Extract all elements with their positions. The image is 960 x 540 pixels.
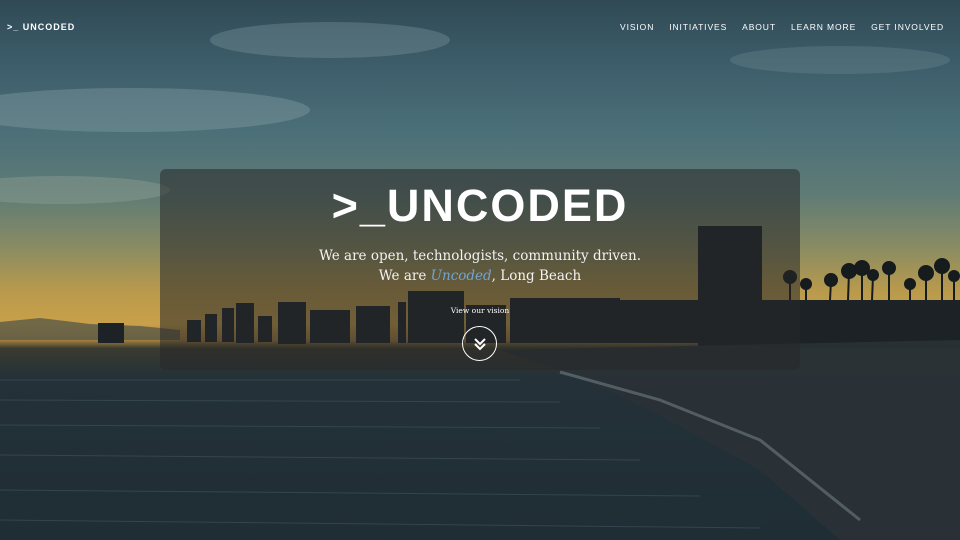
hero-subtagline-prefix: We are [378,268,431,284]
hero-subtagline: We are Uncoded, Long Beach [160,268,800,284]
nav-vision[interactable]: VISION [620,22,654,32]
view-vision-link[interactable]: View our vision [160,306,800,315]
hero-subtagline-suffix: , Long Beach [491,268,582,284]
hero-title: >_UNCODED [331,180,629,231]
nav-initiatives[interactable]: INITIATIVES [669,22,727,32]
nav-about[interactable]: ABOUT [742,22,776,32]
nav-learn-more[interactable]: LEARN MORE [791,22,856,32]
hero-tagline: We are open, technologists, community dr… [319,248,641,264]
double-chevron-down-icon [473,337,486,350]
scroll-down-button[interactable] [462,326,497,361]
hero-brand-accent: Uncoded [430,268,492,284]
nav-get-involved[interactable]: GET INVOLVED [871,22,944,32]
hero-card: >_UNCODED We are open, technologists, co… [160,169,800,370]
brand-logo[interactable]: >_ UNCODED [7,22,75,32]
main-nav: VISION INITIATIVES ABOUT LEARN MORE GET … [620,22,944,32]
